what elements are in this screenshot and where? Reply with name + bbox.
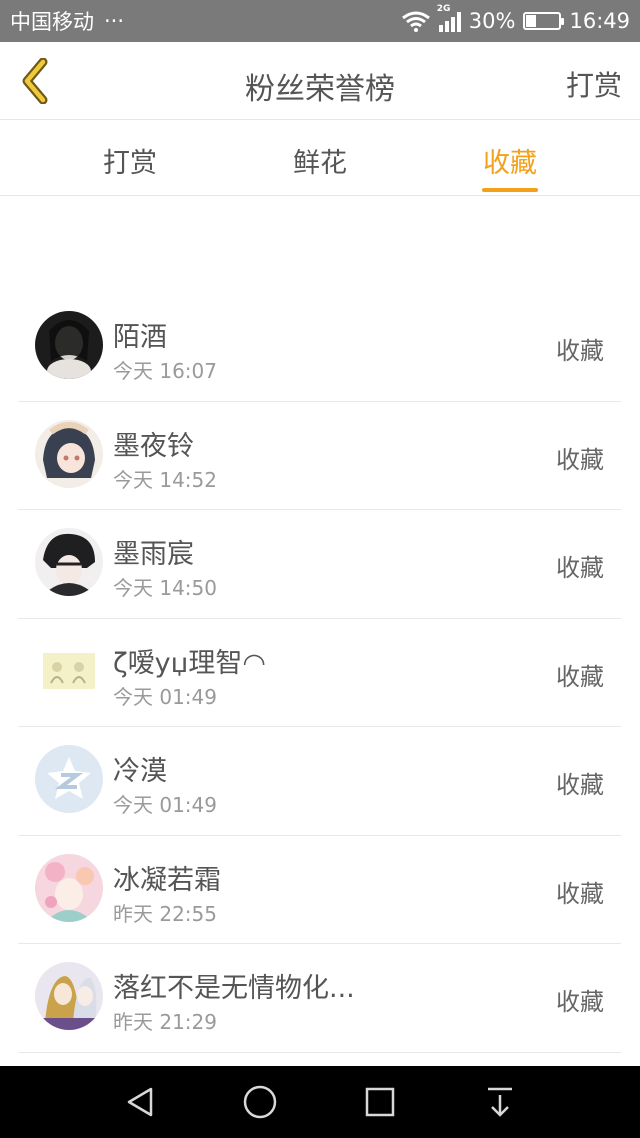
reward-button[interactable]: 打赏: [566, 64, 622, 104]
home-circle-icon: [243, 1085, 277, 1119]
clock: 16:49: [569, 9, 630, 33]
active-tab-indicator: [482, 188, 538, 192]
fan-name: 墨夜铃: [113, 430, 194, 462]
list-item[interactable]: 落红不是无情物化... 昨天 21:29 收藏: [18, 944, 621, 1053]
action-label: 收藏: [556, 879, 604, 908]
avatar: [35, 962, 103, 1030]
avatar: [35, 419, 103, 488]
header: 粉丝荣誉榜 打赏: [0, 42, 640, 120]
fan-name: 冷漠: [113, 756, 167, 787]
fan-time: 昨天 22:55: [113, 901, 217, 926]
fan-time: 今天 01:49: [113, 684, 217, 709]
avatar: [35, 636, 103, 705]
fan-time: 今天 14:50: [113, 576, 217, 600]
fan-time: 今天 01:49: [113, 793, 217, 817]
list-item[interactable]: 冰凝若霜 昨天 22:55 收藏: [18, 836, 621, 944]
nav-pulldown-button[interactable]: [480, 1082, 520, 1122]
fan-time: 今天 16:07: [113, 359, 217, 383]
list-item[interactable]: ζ嗳yџ理智◠ 今天 01:49 收藏: [18, 619, 621, 727]
fan-name: 墨雨宸: [113, 539, 194, 570]
battery-icon: [523, 12, 565, 30]
action-label: 收藏: [556, 337, 604, 365]
back-triangle-icon: [127, 1087, 153, 1117]
list-item[interactable]: 陌酒 今天 16:07 收藏: [18, 293, 621, 402]
navigation-bar: [0, 1066, 640, 1138]
list-item[interactable]: 墨雨宸 今天 14:50 收藏: [18, 510, 621, 619]
avatar: [35, 853, 103, 922]
fan-name: 陌酒: [113, 322, 167, 353]
battery-percent: 30%: [468, 9, 516, 33]
nav-recents-button[interactable]: [360, 1082, 400, 1122]
action-label: 收藏: [556, 988, 604, 1016]
avatar: [35, 311, 103, 379]
list-item[interactable]: 墨夜铃 今天 14:52 收藏: [18, 402, 621, 510]
tab-favorites[interactable]: 收藏: [450, 141, 570, 180]
pull-down-icon: [488, 1087, 512, 1117]
fan-name: 落红不是无情物化...: [113, 973, 355, 1004]
nav-back-button[interactable]: [120, 1082, 160, 1122]
fan-time: 今天 14:52: [113, 467, 217, 492]
list-item[interactable]: 冷漠 今天 01:49 收藏: [18, 727, 621, 836]
action-label: 收藏: [556, 445, 604, 474]
page-title: 粉丝荣誉榜: [245, 72, 395, 107]
fan-name: 冰凝若霜: [113, 864, 221, 896]
tab-flowers[interactable]: 鲜花: [260, 141, 380, 180]
battery-level: [526, 15, 537, 27]
tab-bar: 打赏 鲜花 收藏: [0, 121, 640, 196]
more-dots: ···: [104, 9, 125, 33]
network-type-label: 2G: [436, 4, 451, 14]
carrier-label: 中国移动: [10, 10, 94, 34]
wifi-icon: [401, 11, 430, 32]
fan-time: 昨天 21:29: [113, 1010, 217, 1034]
signal-icon: 2G: [437, 4, 461, 32]
avatar: [35, 745, 103, 813]
tab-reward[interactable]: 打赏: [70, 141, 190, 180]
fan-list: 陌酒 今天 16:07 收藏 墨夜铃 今天 14:52 收藏 墨雨宸 今天 14…: [18, 293, 621, 1053]
action-label: 收藏: [556, 554, 604, 582]
action-label: 收藏: [556, 662, 604, 691]
avatar: [35, 528, 103, 596]
action-label: 收藏: [556, 771, 604, 799]
status-bar: 中国移动 ··· 2G 30% 16:49: [0, 0, 640, 42]
recents-square-icon: [365, 1087, 395, 1117]
nav-home-button[interactable]: [240, 1082, 280, 1122]
fan-name: ζ嗳yџ理智◠: [113, 647, 266, 679]
